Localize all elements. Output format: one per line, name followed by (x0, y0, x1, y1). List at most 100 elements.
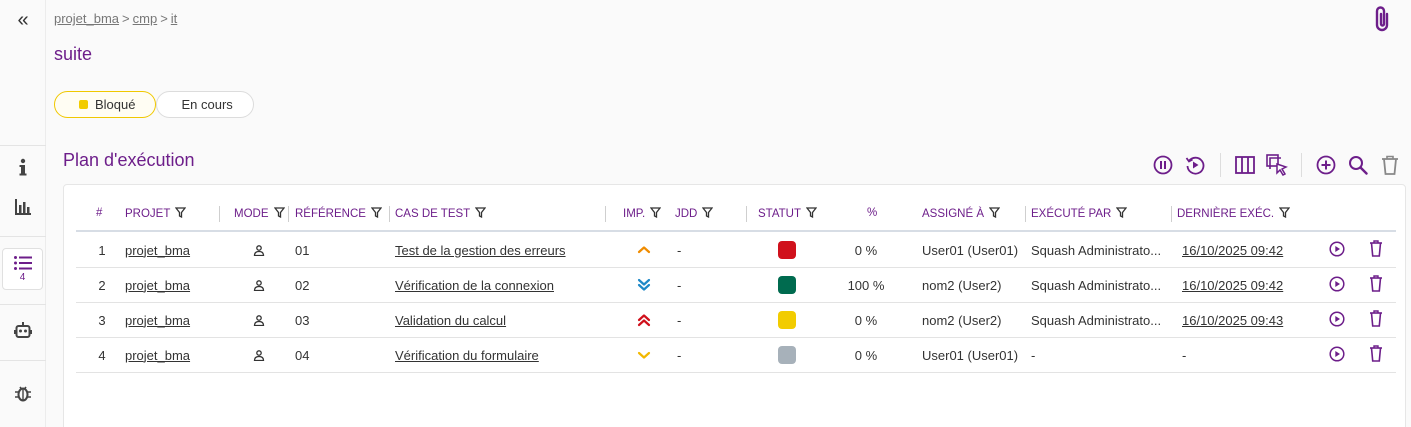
columns-button[interactable] (1232, 152, 1258, 178)
row-index: 4 (98, 347, 106, 363)
page-title: suite (54, 44, 93, 64)
rail-test-plan-button[interactable]: 4 (2, 248, 43, 290)
assigned-cell[interactable]: User01 (User01) (922, 338, 1018, 372)
status-chip-blocked[interactable]: Bloqué (54, 91, 157, 118)
last-execution-link[interactable]: 16/10/2025 09:42 (1182, 268, 1283, 302)
execution-plan-table: # PROJET MODE RÉFÉRENCE CAS DE TEST IMP.… (63, 184, 1406, 427)
assigned-cell[interactable]: nom2 (User2) (922, 268, 1001, 302)
delete-button[interactable] (1377, 152, 1403, 178)
trash-icon (1382, 155, 1398, 175)
dataset-cell: - (677, 312, 682, 328)
remove-row-button[interactable] (1366, 233, 1386, 267)
last-execution-link[interactable]: 16/10/2025 09:43 (1182, 303, 1283, 337)
attachments-button[interactable] (1371, 5, 1393, 38)
project-link[interactable]: projet_bma (125, 233, 190, 267)
add-icon (1316, 155, 1336, 175)
project-link[interactable]: projet_bma (125, 303, 190, 337)
run-execution-button[interactable] (1327, 233, 1347, 267)
status-chip-running[interactable]: En cours (156, 91, 254, 118)
project-link[interactable]: projet_bma (125, 338, 190, 372)
status-selector[interactable] (778, 303, 796, 337)
test-case-link[interactable]: Validation du calcul (395, 303, 506, 337)
reference-cell: 03 (295, 312, 310, 328)
remove-row-button[interactable] (1366, 338, 1386, 372)
last-execution-link[interactable]: 16/10/2025 09:42 (1182, 233, 1283, 267)
trash-icon (1369, 275, 1383, 295)
executed-by-cell: - (1031, 347, 1036, 363)
header-reference[interactable]: RÉFÉRENCE (295, 207, 383, 221)
filter-icon[interactable] (805, 207, 818, 221)
assigned-cell[interactable]: User01 (User01) (922, 233, 1018, 267)
manual-mode-icon (253, 268, 265, 302)
filter-icon[interactable] (175, 207, 187, 221)
relaunch-button[interactable] (1182, 152, 1208, 178)
percent-cell: 0 % (854, 347, 878, 363)
header-index: # (96, 207, 103, 219)
header-project[interactable]: PROJET (125, 207, 187, 221)
header-test-case[interactable]: CAS DE TEST (395, 207, 487, 221)
campaign-test-suite-page: « 4 projet_bma > cmp > it suite Bloqué E… (0, 0, 1411, 427)
test-plan-count: 4 (19, 271, 26, 283)
assigned-cell[interactable]: nom2 (User2) (922, 303, 1001, 337)
remove-row-button[interactable] (1366, 268, 1386, 302)
filter-icon[interactable] (370, 207, 383, 221)
header-assigned[interactable]: ASSIGNÉ À (922, 207, 1001, 221)
test-case-link[interactable]: Vérification du formulaire (395, 338, 539, 372)
header-status[interactable]: STATUT (758, 207, 818, 221)
project-link[interactable]: projet_bma (125, 268, 190, 302)
filter-icon[interactable] (1278, 207, 1291, 221)
execution-plan-title: Plan d'exécution (63, 150, 195, 170)
status-selector[interactable] (778, 268, 796, 302)
header-dataset[interactable]: JDD (675, 207, 714, 221)
run-execution-button[interactable] (1327, 268, 1347, 302)
table-row[interactable]: 4 projet_bma 04 Vérification du formulaire -… (76, 338, 1396, 373)
run-execution-button[interactable] (1327, 338, 1347, 372)
robot-icon (14, 322, 32, 338)
last-execution-link[interactable]: - (1182, 338, 1186, 372)
table-row[interactable]: 1 projet_bma 01 Test de la gestion des erre… (76, 233, 1396, 268)
filter-icon[interactable] (988, 207, 1001, 221)
table-row[interactable]: 2 projet_bma 02 Vérification de la connexio… (76, 268, 1396, 303)
breadcrumb-separator: > (160, 11, 168, 26)
status-selector[interactable] (778, 338, 796, 372)
test-case-link[interactable]: Vérification de la connexion (395, 268, 554, 302)
breadcrumb-campaign-link[interactable]: cmp (133, 11, 158, 26)
filter-icon[interactable] (702, 207, 714, 221)
filter-icon[interactable] (649, 207, 662, 221)
bug-icon (15, 386, 31, 402)
status-selector[interactable] (778, 233, 796, 267)
trash-icon (1369, 310, 1383, 330)
rail-statistics-button[interactable] (0, 192, 46, 222)
search-button[interactable] (1345, 152, 1371, 178)
run-execution-button[interactable] (1327, 303, 1347, 337)
importance-very-high-icon (637, 303, 651, 337)
rail-automation-button[interactable] (0, 316, 46, 346)
header-executed-by[interactable]: EXÉCUTÉ PAR (1031, 207, 1128, 221)
pause-button[interactable] (1150, 152, 1176, 178)
status-color-swatch (778, 276, 796, 294)
rail-info-button[interactable] (0, 152, 46, 182)
filter-icon[interactable] (273, 207, 285, 221)
breadcrumb-separator: > (122, 11, 130, 26)
filter-icon[interactable] (1115, 207, 1128, 221)
header-mode[interactable]: MODE (234, 207, 285, 221)
status-chip-label: Bloqué (95, 97, 136, 112)
test-case-link[interactable]: Test de la gestion des erreurs (395, 233, 566, 267)
row-index: 2 (98, 277, 106, 293)
breadcrumb-iteration-link[interactable]: it (171, 11, 178, 26)
header-importance[interactable]: IMP. (623, 207, 662, 221)
multi-select-button[interactable] (1264, 152, 1290, 178)
header-last-execution[interactable]: DERNIÈRE EXÉC. (1177, 207, 1291, 221)
add-test-case-button[interactable] (1313, 152, 1339, 178)
rail-issues-button[interactable] (0, 378, 46, 408)
table-header: # PROJET MODE RÉFÉRENCE CAS DE TEST IMP.… (76, 202, 1396, 232)
breadcrumb-project-link[interactable]: projet_bma (54, 11, 119, 26)
filter-icon[interactable] (474, 207, 487, 221)
status-color-swatch (778, 346, 796, 364)
play-icon (1329, 275, 1345, 295)
status-chip-group: Bloqué En cours (54, 91, 254, 118)
table-row[interactable]: 3 projet_bma 03 Validation du calcul - 0 % nom… (76, 303, 1396, 338)
collapse-button[interactable]: « (0, 6, 46, 34)
columns-icon (1235, 156, 1255, 174)
remove-row-button[interactable] (1366, 303, 1386, 337)
